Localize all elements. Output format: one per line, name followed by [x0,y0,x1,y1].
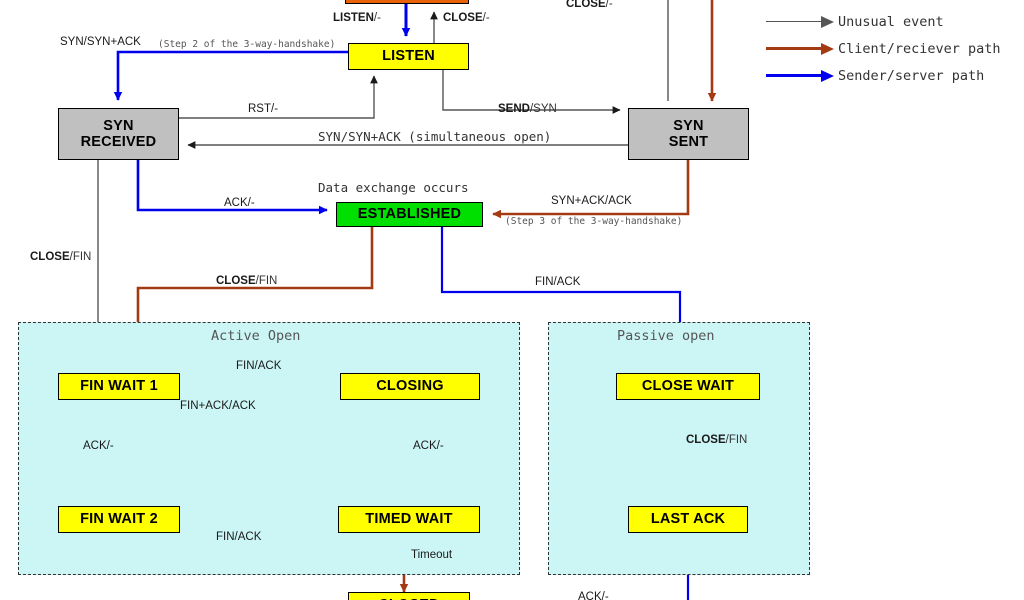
label-send-syn-bold: SEND [498,103,530,115]
label-simultaneous-open: SYN/SYN+ACK (simultaneous open) [318,129,552,144]
label-fin-ack-top: FIN/ACK [236,360,282,373]
label-close-dash-right-rest: /- [605,0,613,10]
tcp-state-diagram: Active Open Passive open CLOSED LISTEN S… [0,0,1024,600]
state-closed-top[interactable]: CLOSED [345,0,469,4]
label-close-fin-left: CLOSE/FIN [30,251,92,264]
label-synack-ack-step3-text: SYN+ACK/ACK [551,195,632,207]
state-close-wait[interactable]: CLOSE WAIT [616,373,760,400]
legend: Unusual event Client/reciever path Sende… [766,8,1001,89]
state-syn-sent[interactable]: SYN SENT [628,108,749,160]
state-fin-wait-2[interactable]: FIN WAIT 2 [58,506,180,533]
label-fin-ack-right-text: FIN/ACK [535,276,581,288]
label-data-exchange-occurs: Data exchange occurs [318,180,469,195]
label-ack-dash-fin-wait: ACK/- [83,440,114,453]
region-active-open-title: Active Open [211,328,301,344]
label-ack-dash-closing: ACK/- [413,440,444,453]
region-passive-open [548,322,810,575]
region-passive-open-title: Passive open [617,328,715,344]
state-established[interactable]: ESTABLISHED [336,202,483,227]
label-listen-dash-bold: LISTEN [333,12,374,24]
legend-label-client-path: Client/reciever path [838,40,1001,57]
label-rst-dash-text: RST/- [248,103,279,115]
label-close-fin-mid-bold: CLOSE [216,275,256,287]
legend-label-unusual-event: Unusual event [838,13,944,30]
unusual-event-arrow-icon [766,15,838,28]
state-timed-wait[interactable]: TIMED WAIT [338,506,480,533]
label-close-dash-left-rest: /- [482,12,490,24]
label-close-dash-right: CLOSE/- [566,0,613,11]
label-ack-dash-established: ACK/- [224,197,255,210]
label-listen-dash-rest: /- [373,12,381,24]
label-fin-ack-ack: FIN+ACK/ACK [180,400,256,413]
label-fin-ack-ack-text: FIN+ACK/ACK [180,400,256,412]
state-syn-received[interactable]: SYN RECEIVED [58,108,179,160]
label-close-fin-passive: CLOSE/FIN [686,434,748,447]
state-fin-wait-1[interactable]: FIN WAIT 1 [58,373,180,400]
legend-item-unusual-event: Unusual event [766,8,1001,35]
label-timeout: Timeout [411,549,453,562]
legend-label-server-path: Sender/server path [838,67,985,84]
label-close-fin-passive-bold: CLOSE [686,434,726,446]
label-ack-dash-bottom-text: ACK/- [578,591,609,600]
label-close-dash-right-bold: CLOSE [566,0,606,10]
state-listen[interactable]: LISTEN [348,43,469,70]
label-rst-dash: RST/- [248,103,279,116]
label-close-dash-left-bold: CLOSE [443,12,483,24]
client-path-arrow-icon [766,42,838,55]
label-timeout-text: Timeout [411,549,453,561]
label-listen-dash: LISTEN/- [333,12,381,25]
label-fin-ack-top-text: FIN/ACK [236,360,282,372]
label-fin-ack-right: FIN/ACK [535,276,581,289]
label-step2-note: (Step 2 of the 3-way-handshake) [158,39,336,50]
label-fin-ack-bottom-text: FIN/ACK [216,531,262,543]
label-synack-ack-step3: SYN+ACK/ACK [551,195,632,208]
state-closing[interactable]: CLOSING [340,373,480,400]
server-path-arrow-icon [766,69,838,82]
label-close-fin-left-bold: CLOSE [30,251,70,263]
label-send-syn-rest: /SYN [529,103,557,115]
label-syn-synack-step2: SYN/SYN+ACK [60,36,141,49]
label-ack-dash-established-text: ACK/- [224,197,255,209]
state-last-ack[interactable]: LAST ACK [628,506,748,533]
label-step3-note: (Step 3 of the 3-way-handshake) [505,216,683,227]
label-ack-dash-closing-text: ACK/- [413,440,444,452]
label-fin-ack-bottom: FIN/ACK [216,531,262,544]
label-ack-dash-fin-wait-text: ACK/- [83,440,114,452]
label-close-fin-left-rest: /FIN [69,251,92,263]
label-close-fin-mid: CLOSE/FIN [216,275,278,288]
label-close-fin-mid-rest: /FIN [255,275,278,287]
legend-item-client-path: Client/reciever path [766,35,1001,62]
label-syn-synack-step2-text: SYN/SYN+ACK [60,36,141,48]
state-closed-bottom[interactable]: CLOSED [348,592,470,600]
label-close-dash-left: CLOSE/- [443,12,490,25]
label-ack-dash-bottom: ACK/- [578,591,609,600]
label-send-syn: SEND/SYN [498,103,557,116]
legend-item-server-path: Sender/server path [766,62,1001,89]
label-close-fin-passive-rest: /FIN [725,434,748,446]
